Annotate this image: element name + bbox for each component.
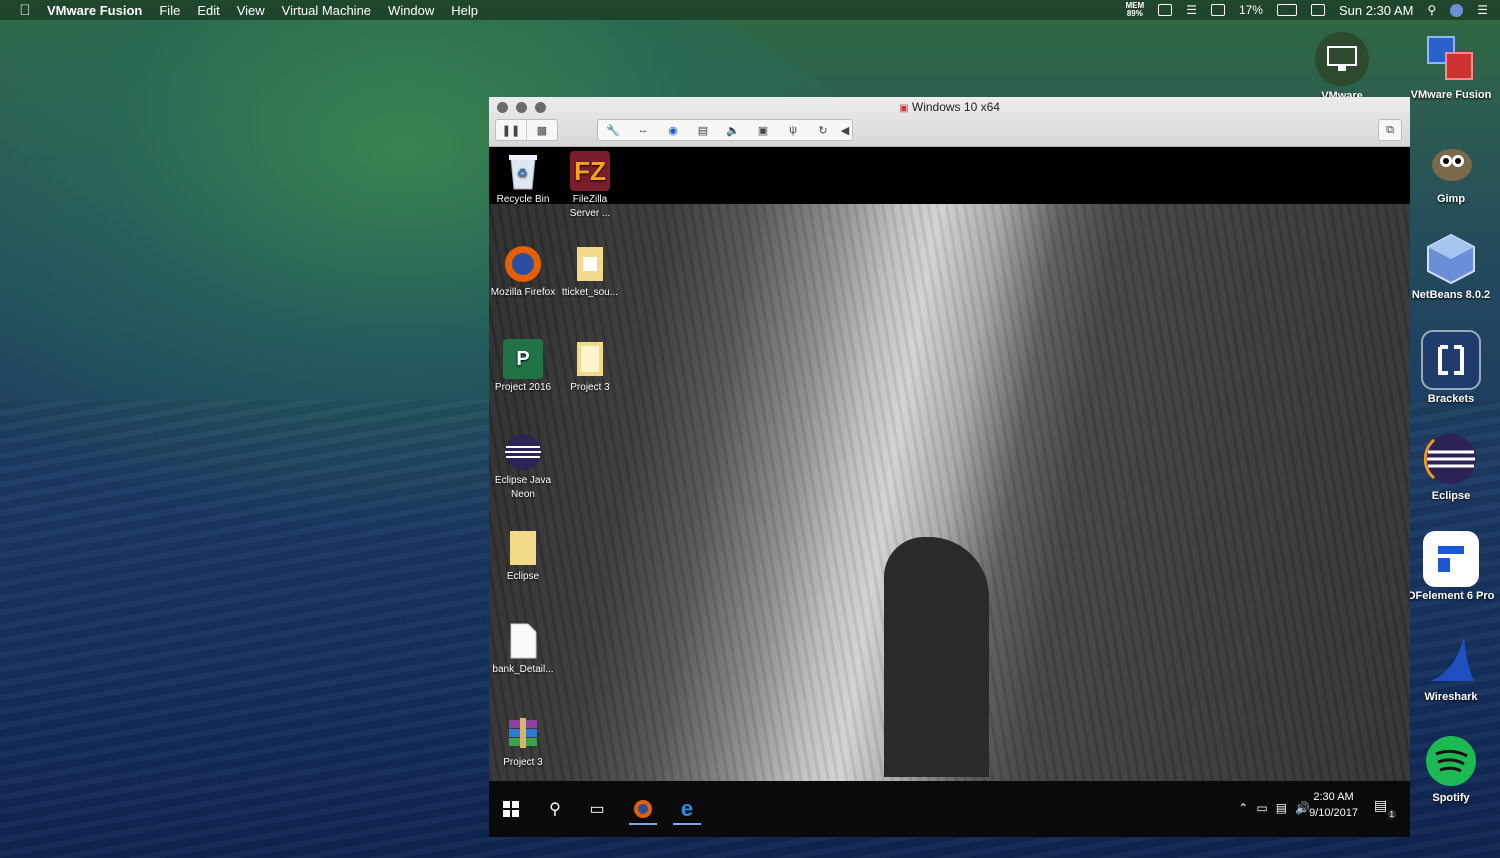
airplay-icon[interactable] [1210, 4, 1225, 16]
notification-count-badge: 1 [1387, 810, 1396, 819]
display-icon[interactable] [1310, 4, 1325, 16]
cd-dvd-icon[interactable]: ◉ [658, 120, 688, 140]
desktop-icon-firefox[interactable]: Mozilla Firefox [490, 244, 556, 300]
windows-taskbar: ⚲ ▭ e ⌃ ▭ ▤ 🔊 2:30 AM 9/10/2017 ▤ 1 [489, 781, 1410, 837]
desktop-icon-project-3-archive[interactable]: Project 3 [490, 714, 556, 770]
firefox-icon [503, 244, 543, 284]
mac-menubar:  VMware Fusion File Edit View Virtual M… [0, 0, 1500, 20]
wireshark-icon [1423, 632, 1479, 688]
menu-window[interactable]: Window [388, 3, 434, 18]
notification-center-icon[interactable]: ☰ [1477, 3, 1488, 17]
user-avatar-icon[interactable] [1450, 3, 1464, 17]
vm-window-title: ▣ Windows 10 x64 [899, 100, 1000, 114]
app-menu[interactable]: VMware Fusion [47, 3, 142, 18]
desktop-icon-project-2016[interactable]: P Project 2016 [490, 339, 556, 395]
apple-menu-icon[interactable]:  [17, 2, 33, 19]
eclipse-icon [503, 432, 543, 472]
mac-icon-wireshark[interactable]: Wireshark [1406, 632, 1496, 703]
spotify-icon [1423, 733, 1479, 789]
spotlight-search-icon[interactable]: ⚲ [1427, 3, 1436, 17]
menu-view[interactable]: View [237, 3, 265, 18]
dfelement-icon [1423, 531, 1479, 587]
action-center-icon[interactable]: ▤ 1 [1374, 797, 1396, 819]
filezilla-icon: FZ [570, 151, 610, 191]
settings-wrench-icon[interactable]: 🔧 [598, 120, 628, 140]
eclipse-icon [1423, 431, 1479, 487]
sharing-icon[interactable]: ↻ [808, 120, 838, 140]
windows-start-icon[interactable] [497, 795, 525, 823]
volume-tray-icon[interactable]: 🔊 [1295, 801, 1310, 815]
sync-icon[interactable] [1158, 4, 1173, 16]
mac-icon-vmware-horizon[interactable]: VMware Horizon... [1297, 32, 1387, 97]
ms-project-icon: P [503, 339, 543, 379]
vm-window: ▣ Windows 10 x64 ❚❚ ▩ 🔧 ↔ ◉ ▤ 🔈 ▣ ψ ↻ ◀ … [489, 97, 1410, 837]
network-icon[interactable]: ↔ [628, 120, 658, 140]
usb-icon[interactable]: ψ [778, 120, 808, 140]
vmware-fusion-icon [1423, 30, 1479, 86]
camera-icon[interactable]: ▣ [748, 120, 778, 140]
vm-device-toolbar: 🔧 ↔ ◉ ▤ 🔈 ▣ ψ ↻ ◀ [597, 119, 853, 141]
mac-icon-vmware-fusion[interactable]: VMware Fusion [1406, 30, 1496, 101]
desktop-icon-filezilla[interactable]: FZ FileZilla Server ... [557, 151, 623, 221]
battery-percent[interactable]: 17% [1239, 3, 1263, 17]
vm-control-group: ❚❚ ▩ [495, 119, 558, 141]
menu-edit[interactable]: Edit [197, 3, 219, 18]
desktop-icon-bank-detail[interactable]: bank_Detail... [490, 621, 556, 677]
desktop-icon-eclipse-java-neon[interactable]: Eclipse Java Neon [490, 432, 556, 502]
snapshot-button[interactable]: ▩ [526, 120, 557, 140]
windows-desktop: ♻ Recycle Bin FZ FileZilla Server ... Mo… [489, 147, 1410, 781]
mac-icon-brackets[interactable]: Brackets [1406, 330, 1496, 405]
desktop-icon-ticket-folder[interactable]: tticket_sou... [557, 244, 623, 300]
wallpaper-rock [884, 537, 989, 777]
folder-icon [570, 339, 610, 379]
menu-virtual-machine[interactable]: Virtual Machine [282, 3, 371, 18]
mac-icon-dfelement[interactable]: DFelement 6 Pro [1406, 531, 1496, 602]
folder-icon [570, 244, 610, 284]
netbeans-icon [1423, 230, 1479, 286]
battery-icon[interactable] [1276, 4, 1297, 16]
unity-toolbar: ⧉ [1378, 119, 1402, 141]
menu-file[interactable]: File [159, 3, 180, 18]
mac-icon-gimp[interactable]: Gimp [1406, 134, 1496, 205]
pause-button[interactable]: ❚❚ [496, 120, 526, 140]
gimp-icon [1423, 134, 1479, 190]
battery-tray-icon[interactable]: ▭ [1256, 801, 1267, 815]
taskbar-clock[interactable]: 2:30 AM 9/10/2017 [1309, 789, 1358, 821]
taskbar-edge-icon[interactable]: e [673, 795, 701, 825]
desktop-icon-recycle-bin[interactable]: ♻ Recycle Bin [490, 151, 556, 207]
svg-text:♻: ♻ [517, 166, 528, 180]
folder-icon [503, 528, 543, 568]
vmware-horizon-icon [1315, 32, 1369, 86]
mac-icon-eclipse[interactable]: Eclipse [1406, 431, 1496, 502]
task-view-icon[interactable]: ▭ [583, 795, 611, 823]
desktop-icon-eclipse-folder[interactable]: Eclipse [490, 528, 556, 584]
brackets-icon [1421, 330, 1481, 390]
hard-disk-icon[interactable]: ▤ [688, 120, 718, 140]
menu-help[interactable]: Help [451, 3, 478, 18]
mac-icon-spotify[interactable]: Spotify [1406, 733, 1496, 804]
unity-mode-icon[interactable]: ⧉ [1379, 120, 1401, 140]
taskbar-firefox-icon[interactable] [629, 795, 657, 825]
wifi-icon[interactable]: ☰ [1186, 3, 1197, 17]
vm-title-icon: ▣ [899, 103, 909, 114]
vm-titlebar: ▣ Windows 10 x64 ❚❚ ▩ 🔧 ↔ ◉ ▤ 🔈 ▣ ψ ↻ ◀ … [489, 97, 1410, 147]
memory-indicator[interactable]: MEM 89% [1126, 2, 1145, 18]
collapse-toolbar-icon[interactable]: ◀ [838, 120, 852, 140]
show-hidden-icons-icon[interactable]: ⌃ [1238, 801, 1248, 815]
network-tray-icon[interactable]: ▤ [1276, 801, 1287, 815]
search-icon[interactable]: ⚲ [541, 795, 569, 823]
recycle-bin-icon: ♻ [503, 151, 543, 191]
sound-icon[interactable]: 🔈 [718, 120, 748, 140]
system-tray-icons: ⌃ ▭ ▤ 🔊 [1238, 801, 1310, 815]
mac-icon-netbeans[interactable]: NetBeans 8.0.2 [1406, 230, 1496, 301]
menubar-status-area: MEM 89% ☰ 17% Sun 2:30 AM ⚲ ☰ [1126, 0, 1488, 20]
desktop-icon-project-3-folder[interactable]: Project 3 [557, 339, 623, 395]
menubar-clock[interactable]: Sun 2:30 AM [1339, 3, 1413, 18]
winrar-icon [503, 714, 543, 754]
file-icon [503, 621, 543, 661]
